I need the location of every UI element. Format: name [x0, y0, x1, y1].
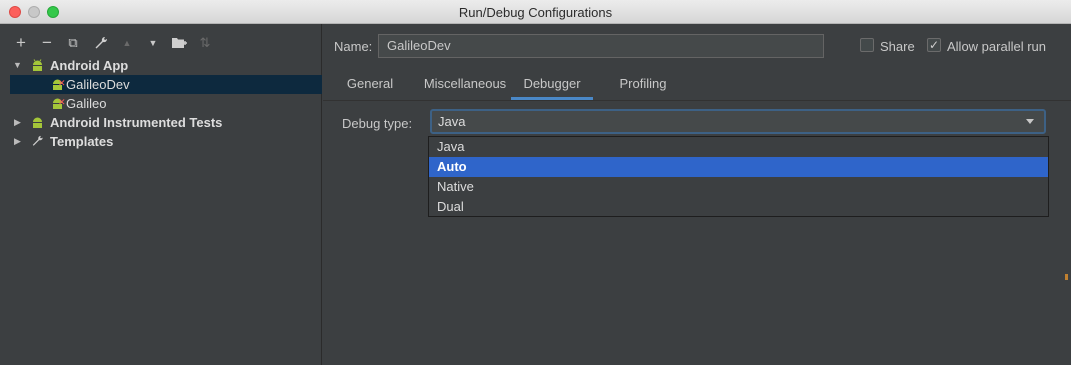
tree-item-templates[interactable]: ▶ Templates [10, 132, 322, 151]
debug-type-value: Java [438, 114, 466, 129]
allow-parallel-checkbox[interactable]: ✓ [927, 38, 941, 52]
tree-label-android-app: Android App [50, 58, 129, 73]
title-bar: Run/Debug Configurations [0, 0, 1071, 24]
minus-icon: − [42, 33, 52, 52]
tree-item-android-app[interactable]: ▼ Android App [10, 56, 322, 75]
debug-type-select[interactable]: Java [430, 109, 1046, 134]
sort-button[interactable]: ⇅ [196, 34, 214, 52]
config-tree: ▼ Android App ✕ GalileoDev ✕ Galileo ▶ A… [10, 56, 322, 151]
tree-label-galileo: Galileo [66, 96, 107, 111]
config-sidebar: + − ⧉ ▲ ▼ ⇅ ▼ Android App ✕ GalileoDev ✕… [0, 24, 322, 365]
move-up-icon: ▲ [122, 38, 132, 48]
plus-icon: + [16, 33, 26, 52]
error-x-icon: ✕ [58, 97, 66, 107]
tree-label-galileodev: GalileoDev [66, 77, 130, 92]
copy-icon: ⧉ [68, 35, 78, 50]
expand-arrow-icon[interactable]: ▼ [13, 56, 22, 75]
edge-marker [1065, 274, 1068, 280]
chevron-down-icon [1026, 119, 1034, 124]
debug-type-dropdown: Java Auto Native Dual [428, 136, 1049, 217]
dropdown-option-native[interactable]: Native [429, 177, 1048, 197]
dropdown-option-auto[interactable]: Auto [429, 157, 1048, 177]
move-down-button[interactable]: ▼ [144, 34, 162, 52]
add-config-button[interactable]: + [12, 34, 30, 52]
error-x-icon: ✕ [58, 78, 66, 88]
allow-parallel-label: Allow parallel run [947, 39, 1046, 54]
checkmark-icon: ✓ [928, 38, 940, 52]
tree-item-instrumented-tests[interactable]: ▶ Android Instrumented Tests [10, 113, 322, 132]
name-field[interactable]: GalileoDev [378, 34, 824, 58]
new-folder-button[interactable] [170, 34, 188, 52]
wrench-icon [32, 135, 43, 146]
move-down-icon: ▼ [148, 38, 158, 48]
android-icon [33, 117, 42, 128]
expand-arrow-icon[interactable]: ▶ [14, 113, 21, 132]
config-details-panel: Name: GalileoDev Share ✓ Allow parallel … [323, 24, 1071, 365]
edit-defaults-button[interactable] [92, 34, 110, 52]
tab-debugger[interactable]: Debugger [511, 72, 593, 100]
tab-miscellaneous[interactable]: Miscellaneous [415, 72, 515, 100]
name-label: Name: [334, 39, 373, 54]
tree-label-templates: Templates [50, 134, 114, 149]
dropdown-option-java[interactable]: Java [429, 137, 1048, 157]
share-label: Share [880, 39, 915, 54]
dropdown-option-dual[interactable]: Dual [429, 197, 1048, 217]
tree-item-galileo[interactable]: ✕ Galileo [10, 94, 322, 113]
remove-config-button[interactable]: − [38, 34, 56, 52]
copy-config-button[interactable]: ⧉ [64, 34, 82, 52]
expand-arrow-icon[interactable]: ▶ [14, 132, 21, 151]
android-icon [33, 59, 42, 71]
debug-type-label: Debug type: [342, 116, 413, 131]
wrench-icon [95, 36, 108, 49]
tab-profiling[interactable]: Profiling [603, 72, 683, 100]
tree-label-instrumented-tests: Android Instrumented Tests [50, 115, 223, 130]
window-title: Run/Debug Configurations [458, 5, 613, 20]
folder-icon [171, 38, 187, 48]
tree-item-galileodev[interactable]: ✕ GalileoDev [10, 75, 322, 94]
tab-general[interactable]: General [335, 72, 405, 100]
move-up-button[interactable]: ▲ [118, 34, 136, 52]
sort-icon: ⇅ [199, 35, 211, 50]
share-checkbox[interactable] [860, 38, 874, 52]
tab-divider [323, 100, 1071, 101]
